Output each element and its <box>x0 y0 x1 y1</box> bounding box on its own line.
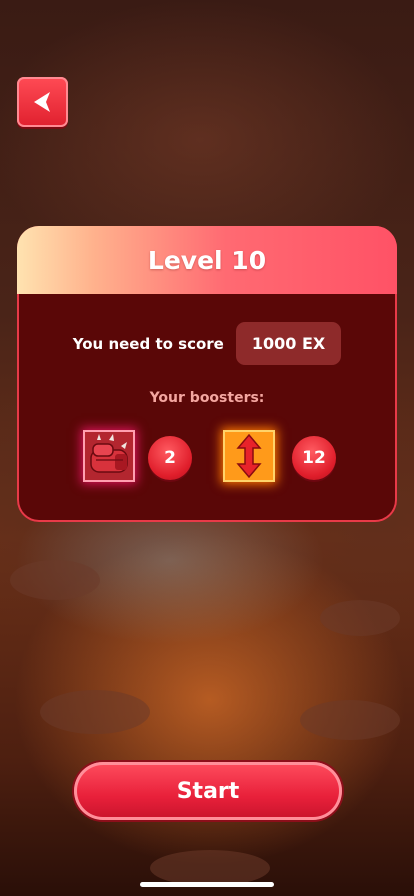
rock-decoration <box>10 560 100 600</box>
level-card: Level 10 You need to score 1000 EX Your … <box>17 226 397 522</box>
score-requirement-row: You need to score 1000 EX <box>17 322 397 365</box>
booster-vertical-arrows[interactable] <box>223 430 275 482</box>
vertical-arrows-icon <box>236 433 262 479</box>
score-value: 1000 EX <box>235 322 342 365</box>
booster-boxing-glove[interactable] <box>83 430 135 482</box>
boosters-label: Your boosters: <box>149 390 265 406</box>
rock-decoration <box>150 850 270 886</box>
level-title: Level 10 <box>147 245 267 275</box>
rock-decoration <box>320 600 400 636</box>
back-arrow-icon <box>33 92 50 112</box>
score-label: You need to score <box>72 334 224 353</box>
booster-count-badge: 12 <box>292 436 336 480</box>
start-button[interactable]: Start <box>74 762 342 820</box>
home-indicator[interactable] <box>140 882 274 887</box>
start-button-label: Start <box>176 778 240 804</box>
boxing-glove-icon <box>90 434 128 473</box>
booster-count-badge: 2 <box>148 436 192 480</box>
level-card-header: Level 10 <box>17 226 397 294</box>
back-button[interactable] <box>17 77 68 127</box>
rock-decoration <box>300 700 400 740</box>
rock-decoration <box>40 690 150 734</box>
